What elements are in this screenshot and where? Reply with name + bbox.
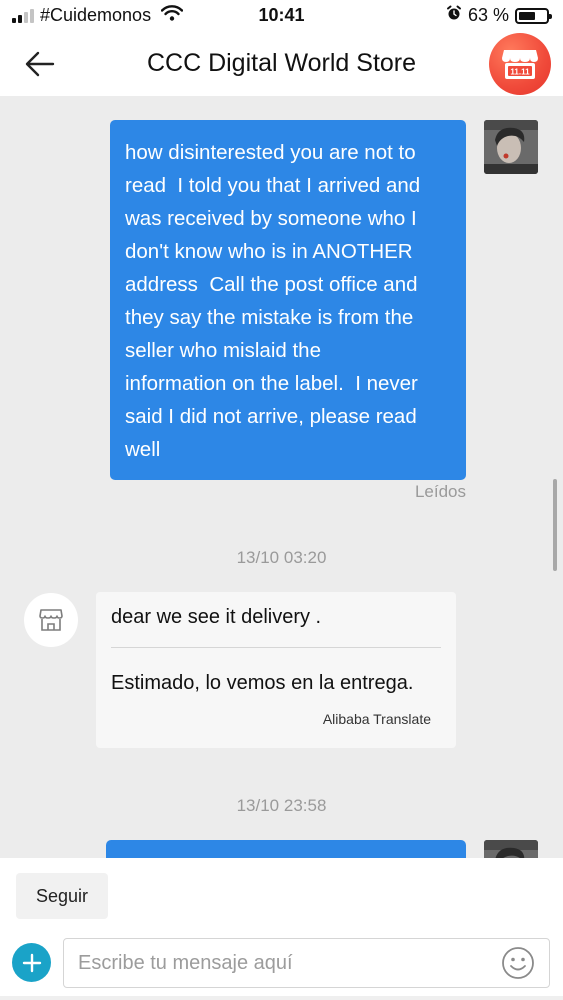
user-avatar[interactable]	[484, 840, 538, 858]
user-avatar[interactable]	[484, 120, 538, 174]
carrier-name: #Cuidemonos	[40, 5, 152, 25]
message-list[interactable]: how disinterested you are not to read I …	[0, 96, 563, 858]
back-button[interactable]	[20, 46, 60, 82]
translation-divider	[111, 647, 441, 648]
chat-header: CCC Digital World Store 11.11	[0, 32, 563, 96]
alarm-icon	[446, 5, 462, 26]
arrow-left-icon	[25, 51, 55, 77]
outgoing-message-bubble[interactable]: how disinterested you are not to read I …	[110, 120, 466, 480]
composer-area: Seguir	[0, 858, 563, 1000]
outgoing-message-bubble[interactable]	[106, 840, 466, 858]
translation-provider: Alibaba Translate	[322, 711, 431, 727]
message-input[interactable]	[63, 938, 550, 988]
smiley-icon	[502, 947, 534, 979]
battery-icon	[515, 7, 552, 24]
battery-percentage: 63 %	[467, 5, 509, 25]
battery-fill	[519, 11, 536, 20]
emoji-button[interactable]	[501, 946, 535, 980]
store-avatar-button[interactable]: 11.11	[489, 33, 551, 95]
message-timestamp: 13/10 03:20	[236, 548, 327, 567]
add-attachment-button[interactable]	[12, 943, 51, 982]
page-title: CCC Digital World Store	[146, 49, 417, 77]
status-bar: #Cuidemonos 10:41 63 %	[0, 0, 563, 32]
follow-button[interactable]: Seguir	[16, 873, 108, 919]
message-timestamp: 13/10 23:58	[236, 796, 327, 815]
wifi-icon	[160, 5, 184, 26]
read-receipt: Leídos	[414, 482, 466, 501]
cell-signal-icon	[12, 8, 34, 23]
store-badge-text: 11.11	[510, 68, 530, 77]
bottom-edge	[0, 996, 563, 1000]
status-left: #Cuidemonos	[12, 5, 184, 26]
storefront-icon: 11.11	[502, 50, 538, 79]
plus-icon	[22, 953, 41, 972]
original-message-text: dear we see it delivery .	[111, 606, 322, 628]
translated-message-text: Estimado, lo vemos en la entrega.	[111, 672, 414, 694]
incoming-message-bubble[interactable]: dear we see it delivery . Estimado, lo v…	[96, 592, 456, 748]
status-right: 63 %	[446, 5, 552, 26]
store-icon	[39, 609, 63, 631]
seller-avatar[interactable]	[24, 593, 78, 647]
